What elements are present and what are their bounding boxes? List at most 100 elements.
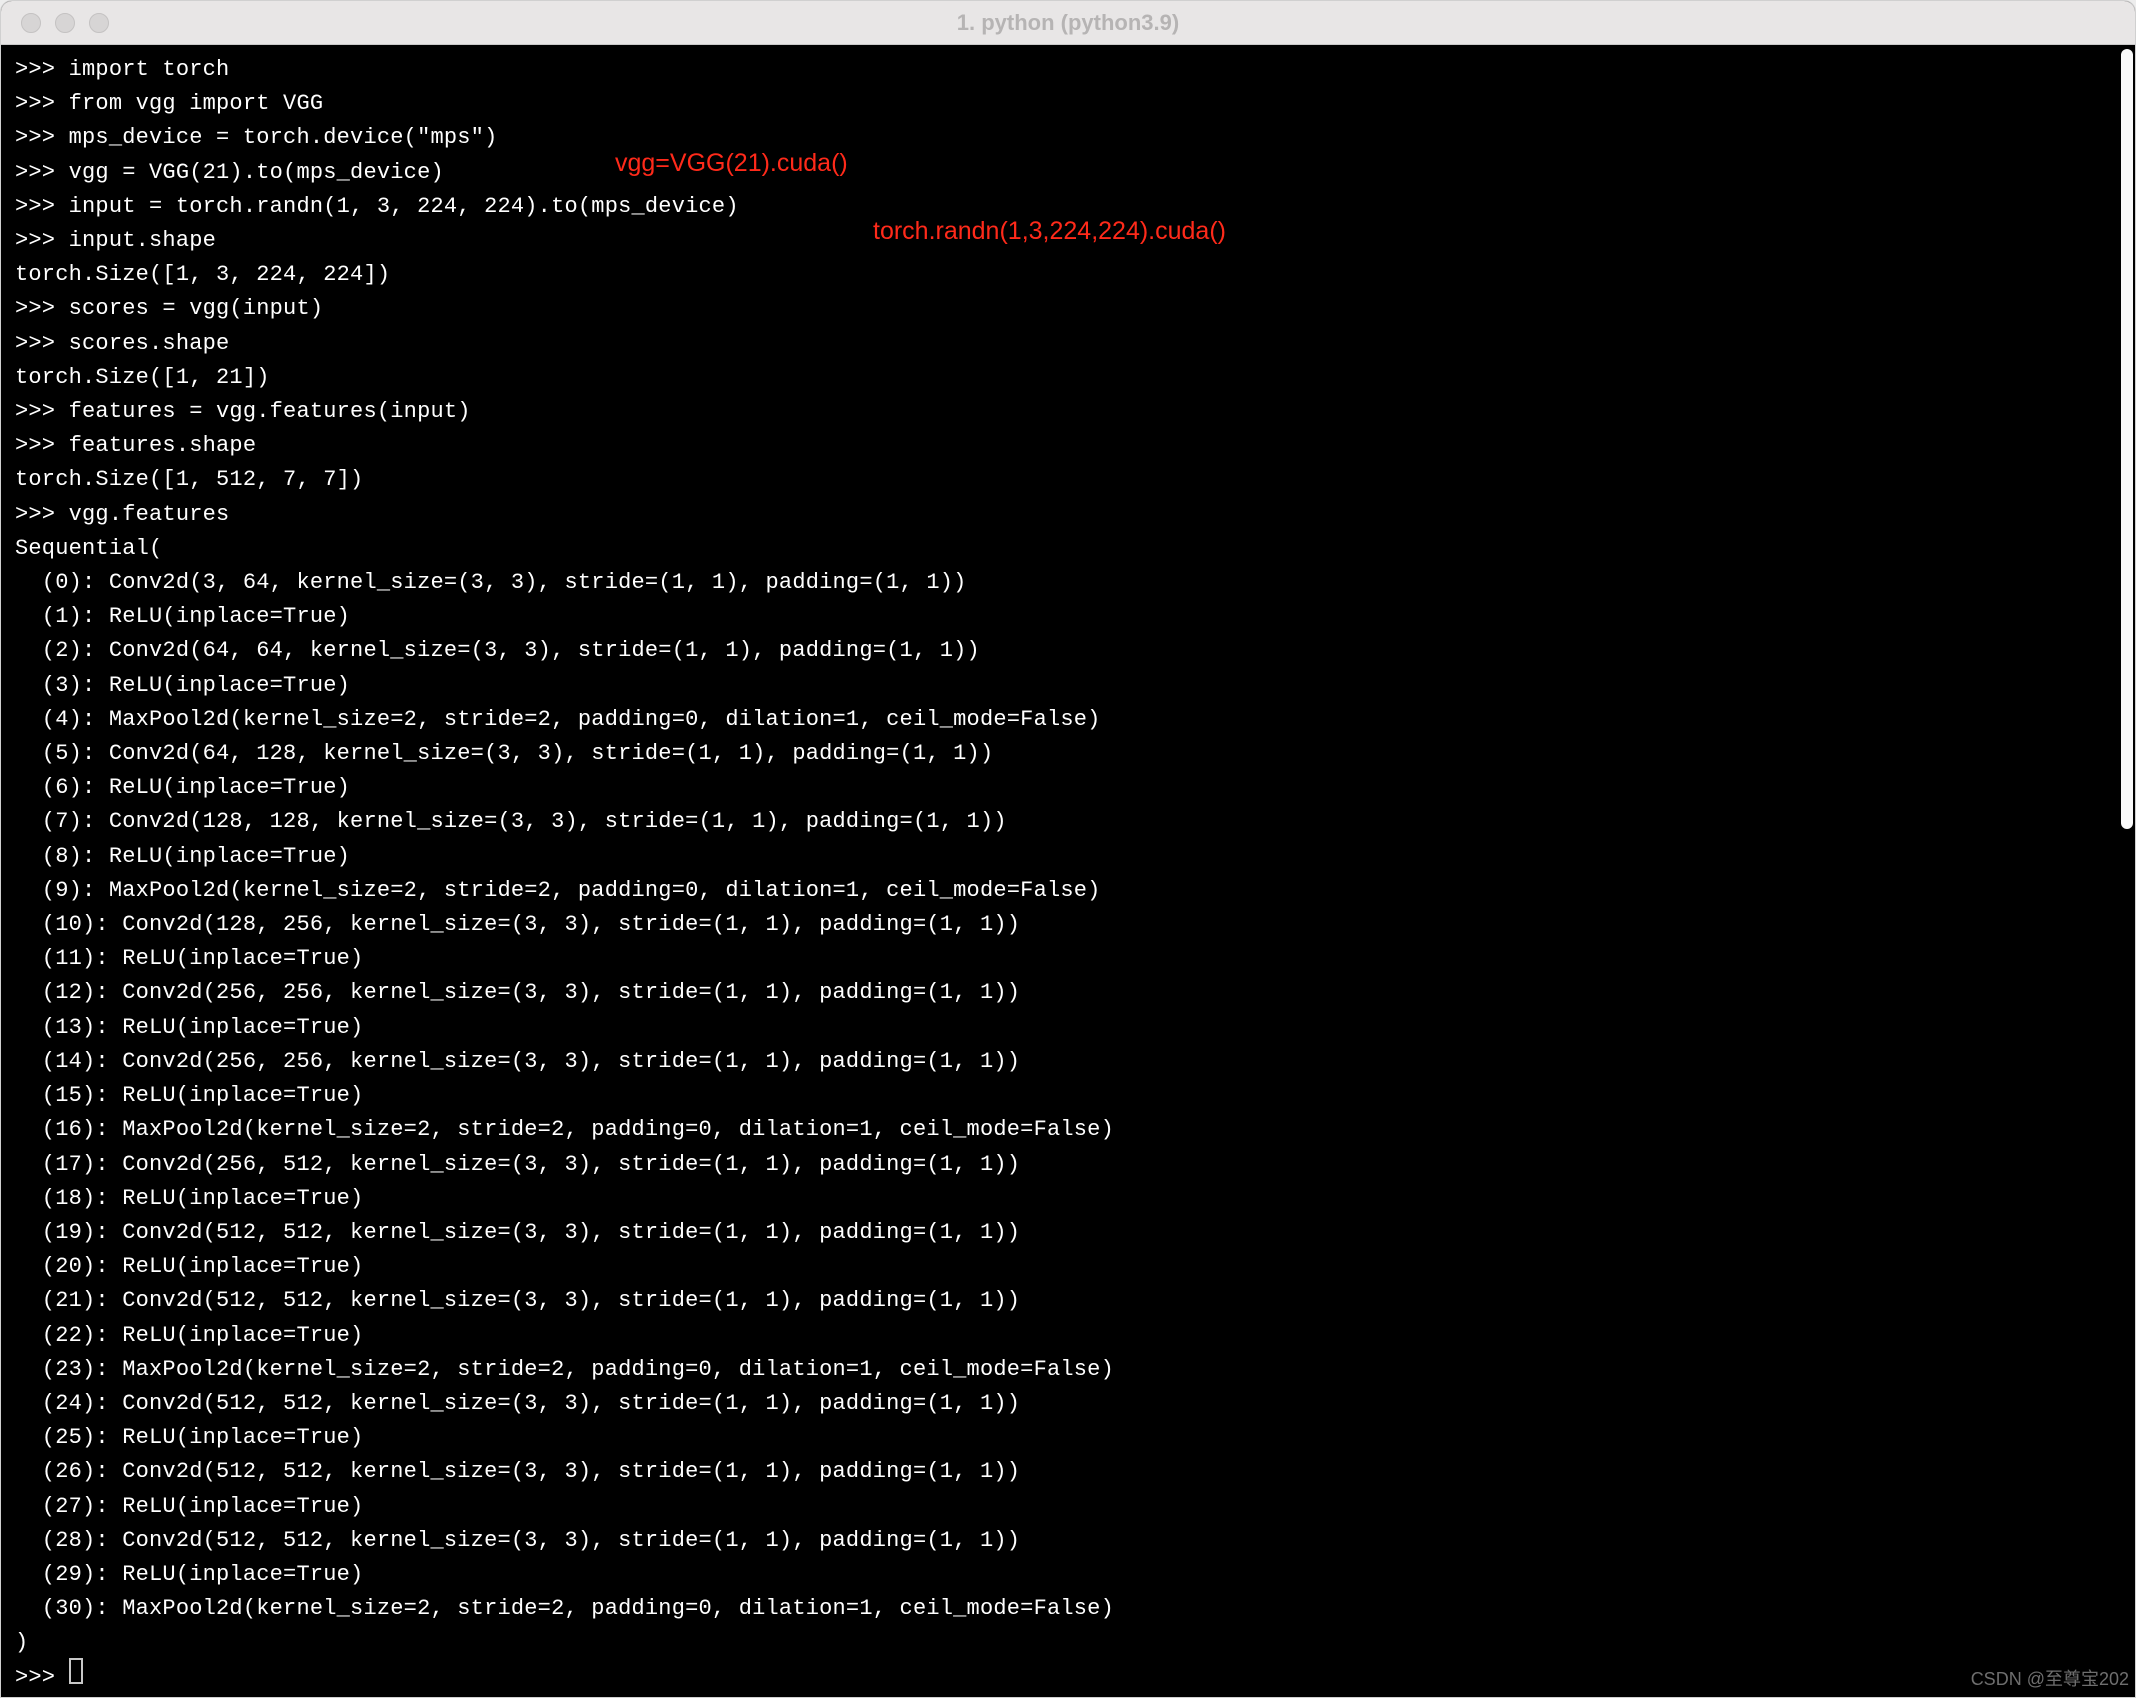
terminal-line: torch.Size([1, 21])	[15, 361, 2111, 395]
terminal-line: (7): Conv2d(128, 128, kernel_size=(3, 3)…	[15, 805, 2111, 839]
repl-output-text: (24): Conv2d(512, 512, kernel_size=(3, 3…	[15, 1387, 1020, 1421]
repl-input-text: vgg = VGG(21).to(mps_device)	[69, 156, 444, 190]
repl-input-text: vgg.features	[69, 498, 230, 532]
repl-prompt: >>>	[15, 156, 69, 190]
terminal-line: (27): ReLU(inplace=True)	[15, 1490, 2111, 1524]
repl-input-text: import torch	[69, 53, 230, 87]
terminal-line: >>> import torch	[15, 53, 2111, 87]
repl-prompt: >>>	[15, 429, 69, 463]
repl-input-text: scores = vgg(input)	[69, 292, 324, 326]
cursor-icon	[69, 1658, 83, 1684]
terminal-line: >>> scores = vgg(input)	[15, 292, 2111, 326]
repl-prompt: >>>	[15, 498, 69, 532]
repl-output-text: (4): MaxPool2d(kernel_size=2, stride=2, …	[15, 703, 1101, 737]
repl-output-text: torch.Size([1, 3, 224, 224])	[15, 258, 390, 292]
repl-output-text: (17): Conv2d(256, 512, kernel_size=(3, 3…	[15, 1148, 1020, 1182]
terminal-body[interactable]: >>> import torch>>> from vgg import VGG>…	[1, 45, 2135, 1697]
terminal-line: (3): ReLU(inplace=True)	[15, 669, 2111, 703]
titlebar[interactable]: 1. python (python3.9)	[1, 1, 2135, 45]
repl-output-text: (19): Conv2d(512, 512, kernel_size=(3, 3…	[15, 1216, 1020, 1250]
terminal-line: torch.Size([1, 3, 224, 224])	[15, 258, 2111, 292]
terminal-line: (14): Conv2d(256, 256, kernel_size=(3, 3…	[15, 1045, 2111, 1079]
terminal-line: (23): MaxPool2d(kernel_size=2, stride=2,…	[15, 1353, 2111, 1387]
terminal-line: (9): MaxPool2d(kernel_size=2, stride=2, …	[15, 874, 2111, 908]
terminal-line: Sequential(	[15, 532, 2111, 566]
repl-output-text: (8): ReLU(inplace=True)	[15, 840, 350, 874]
terminal-line: (13): ReLU(inplace=True)	[15, 1011, 2111, 1045]
terminal-window: 1. python (python3.9) >>> import torch>>…	[0, 0, 2136, 1698]
repl-output-text: (5): Conv2d(64, 128, kernel_size=(3, 3),…	[15, 737, 993, 771]
repl-prompt: >>>	[15, 327, 69, 361]
repl-output-text: (21): Conv2d(512, 512, kernel_size=(3, 3…	[15, 1284, 1020, 1318]
repl-output-text: (15): ReLU(inplace=True)	[15, 1079, 363, 1113]
repl-input-text: mps_device = torch.device("mps")	[69, 121, 498, 155]
repl-output-text: (10): Conv2d(128, 256, kernel_size=(3, 3…	[15, 908, 1020, 942]
terminal-line: (11): ReLU(inplace=True)	[15, 942, 2111, 976]
repl-output-text: (28): Conv2d(512, 512, kernel_size=(3, 3…	[15, 1524, 1020, 1558]
repl-output-text: Sequential(	[15, 532, 162, 566]
terminal-line: (25): ReLU(inplace=True)	[15, 1421, 2111, 1455]
terminal-line: (5): Conv2d(64, 128, kernel_size=(3, 3),…	[15, 737, 2111, 771]
terminal-content[interactable]: >>> import torch>>> from vgg import VGG>…	[15, 53, 2111, 1695]
terminal-line: (6): ReLU(inplace=True)	[15, 771, 2111, 805]
repl-output-text: (20): ReLU(inplace=True)	[15, 1250, 363, 1284]
repl-output-text: (13): ReLU(inplace=True)	[15, 1011, 363, 1045]
repl-output-text: (3): ReLU(inplace=True)	[15, 669, 350, 703]
repl-output-text: (7): Conv2d(128, 128, kernel_size=(3, 3)…	[15, 805, 1007, 839]
repl-output-text: (9): MaxPool2d(kernel_size=2, stride=2, …	[15, 874, 1101, 908]
terminal-line: (24): Conv2d(512, 512, kernel_size=(3, 3…	[15, 1387, 2111, 1421]
terminal-line: (0): Conv2d(3, 64, kernel_size=(3, 3), s…	[15, 566, 2111, 600]
repl-output-text: (2): Conv2d(64, 64, kernel_size=(3, 3), …	[15, 634, 980, 668]
repl-prompt: >>>	[15, 395, 69, 429]
repl-input-text: features.shape	[69, 429, 257, 463]
terminal-line: >>> features = vgg.features(input)	[15, 395, 2111, 429]
repl-output-text: (22): ReLU(inplace=True)	[15, 1319, 363, 1353]
repl-input-text: input = torch.randn(1, 3, 224, 224).to(m…	[69, 190, 739, 224]
repl-output-text: (16): MaxPool2d(kernel_size=2, stride=2,…	[15, 1113, 1114, 1147]
terminal-line: (8): ReLU(inplace=True)	[15, 840, 2111, 874]
terminal-line: (2): Conv2d(64, 64, kernel_size=(3, 3), …	[15, 634, 2111, 668]
repl-prompt: >>>	[15, 190, 69, 224]
terminal-line: torch.Size([1, 512, 7, 7])	[15, 463, 2111, 497]
repl-input-text: from vgg import VGG	[69, 87, 324, 121]
repl-input-text: input.shape	[69, 224, 216, 258]
terminal-line: (10): Conv2d(128, 256, kernel_size=(3, 3…	[15, 908, 2111, 942]
repl-output-text: (0): Conv2d(3, 64, kernel_size=(3, 3), s…	[15, 566, 967, 600]
zoom-icon[interactable]	[89, 13, 109, 33]
watermark: CSDN @至尊宝202	[1971, 1665, 2129, 1691]
repl-prompt: >>>	[15, 121, 69, 155]
terminal-line: (29): ReLU(inplace=True)	[15, 1558, 2111, 1592]
terminal-line: (18): ReLU(inplace=True)	[15, 1182, 2111, 1216]
repl-prompt: >>>	[15, 87, 69, 121]
terminal-line: (26): Conv2d(512, 512, kernel_size=(3, 3…	[15, 1455, 2111, 1489]
scrollbar-thumb[interactable]	[2121, 49, 2133, 829]
repl-prompt: >>>	[15, 292, 69, 326]
terminal-line: (17): Conv2d(256, 512, kernel_size=(3, 3…	[15, 1148, 2111, 1182]
terminal-line: >>> from vgg import VGG	[15, 87, 2111, 121]
terminal-line: >>> scores.shape	[15, 327, 2111, 361]
terminal-line: (30): MaxPool2d(kernel_size=2, stride=2,…	[15, 1592, 2111, 1626]
repl-output-text: (30): MaxPool2d(kernel_size=2, stride=2,…	[15, 1592, 1114, 1626]
repl-output-text: (23): MaxPool2d(kernel_size=2, stride=2,…	[15, 1353, 1114, 1387]
terminal-line: (20): ReLU(inplace=True)	[15, 1250, 2111, 1284]
repl-output-text: (25): ReLU(inplace=True)	[15, 1421, 363, 1455]
terminal-line: (15): ReLU(inplace=True)	[15, 1079, 2111, 1113]
terminal-line-current[interactable]: >>>	[15, 1661, 2111, 1695]
repl-output-text: torch.Size([1, 21])	[15, 361, 270, 395]
terminal-line: (12): Conv2d(256, 256, kernel_size=(3, 3…	[15, 976, 2111, 1010]
terminal-line: (21): Conv2d(512, 512, kernel_size=(3, 3…	[15, 1284, 2111, 1318]
terminal-line: (16): MaxPool2d(kernel_size=2, stride=2,…	[15, 1113, 2111, 1147]
terminal-line: (4): MaxPool2d(kernel_size=2, stride=2, …	[15, 703, 2111, 737]
terminal-line: >>> features.shape	[15, 429, 2111, 463]
close-icon[interactable]	[21, 13, 41, 33]
minimize-icon[interactable]	[55, 13, 75, 33]
window-title: 1. python (python3.9)	[1, 10, 2135, 36]
terminal-line: )	[15, 1626, 2111, 1660]
repl-output-text: )	[15, 1626, 28, 1660]
terminal-line: >>> vgg = VGG(21).to(mps_device)	[15, 156, 2111, 190]
repl-prompt: >>>	[15, 1661, 69, 1695]
repl-input-text: features = vgg.features(input)	[69, 395, 471, 429]
terminal-line: >>> input = torch.randn(1, 3, 224, 224).…	[15, 190, 2111, 224]
repl-output-text: (6): ReLU(inplace=True)	[15, 771, 350, 805]
terminal-line: (1): ReLU(inplace=True)	[15, 600, 2111, 634]
